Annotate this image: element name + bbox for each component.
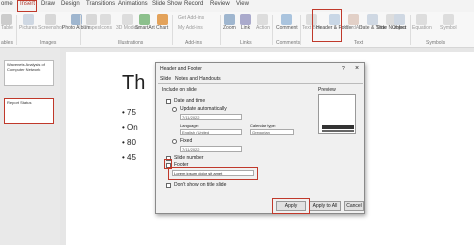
pictures-icon [22,14,34,25]
preview-box [318,94,356,134]
images-group-label: Images [40,40,57,46]
close-icon[interactable]: × [355,65,359,72]
help-button[interactable]: ? [342,66,345,72]
screenshot-button[interactable]: Screenshot [38,14,63,32]
header-footer-highlight [312,9,342,42]
tab-review[interactable]: Review [210,1,230,7]
separator [220,15,221,45]
separator [16,15,17,45]
separator [300,15,301,45]
symbol-button[interactable]: Symbol [440,14,457,32]
my-addins-button[interactable]: My Add-ins [178,25,203,32]
link-icon [240,14,251,25]
update-automatically-radio[interactable] [172,107,177,112]
tab-slide[interactable]: Slide [160,76,171,82]
dont-show-title-label: Don't show on title slide [174,182,227,188]
separator [172,15,173,45]
tab-animations[interactable]: Animations [118,1,148,7]
footer-input-highlight [168,167,258,180]
chart-icon [156,14,168,25]
icons-button[interactable]: Icons [100,14,112,32]
tab-transitions[interactable]: Transitions [86,1,115,7]
date-time-label: Date and time [174,98,206,104]
calendar-type-select[interactable]: Gregorian [250,129,294,135]
comment-button[interactable]: Comment [276,14,298,32]
tab-slide-show[interactable]: Slide Show [152,1,182,7]
smartart-button[interactable]: SmartArt [135,14,155,32]
date-format-select[interactable]: 7/11/2022 [180,114,242,120]
shapes-icon [85,14,97,25]
slide-bullet: • 45 [122,153,136,162]
text-group-label: Text [354,40,364,46]
slide-bullet: • 75 [122,108,136,117]
preview-footer [322,125,354,129]
icons-icon [100,14,112,25]
language-label: Language: [180,123,199,128]
symbols-group-label: Symbols [426,40,446,46]
slide-thumbnails-pane: Wavenets Analysis of Computer Network Re… [0,48,60,245]
date-time-checkbox[interactable] [166,99,171,104]
table-icon [1,14,13,25]
links-group-label: Links [240,40,252,46]
insert-tab-highlight [17,0,37,12]
action-button[interactable]: Action [256,14,270,32]
tab-record[interactable]: Record [184,1,203,7]
zoom-icon [223,14,235,25]
symbol-icon [442,14,454,25]
equation-icon [416,14,428,25]
object-icon [393,14,405,25]
equation-button[interactable]: Equation [412,14,432,32]
preview-label: Preview [318,87,336,93]
slide-thumbnail-1[interactable]: Wavenets Analysis of Computer Network [4,60,54,86]
wordart-icon [347,14,359,25]
tables-group-label: ables [1,40,13,46]
slide-bullet: • 80 [122,138,136,147]
illustrations-group-label: Illustrations [118,40,144,46]
comment-icon [281,14,293,25]
zoom-button[interactable]: Zoom [223,14,236,32]
tab-design[interactable]: Design [61,1,80,7]
update-automatically-label: Update automatically [180,106,227,112]
apply-button-highlight [272,198,310,214]
tab-divider [158,83,363,84]
chart-button[interactable]: Chart [156,14,168,32]
pictures-button[interactable]: Pictures [19,14,37,32]
tab-notes-handouts[interactable]: Notes and Handouts [175,76,221,82]
dialog-title: Header and Footer [160,66,202,72]
tab-view[interactable]: View [236,1,249,7]
dont-show-title-checkbox[interactable] [166,183,171,188]
tab-home[interactable]: ome [1,1,13,7]
slide-bullet: • On [122,123,138,132]
shapes-button[interactable]: Shapes [83,14,100,32]
header-footer-dialog: Header and Footer ? × Slide Notes and Ha… [155,62,365,214]
apply-to-all-button[interactable]: Apply to All [309,201,341,211]
link-button[interactable]: Link [240,14,251,32]
object-button[interactable]: Object [392,14,406,32]
fixed-radio[interactable] [172,139,177,144]
calendar-type-label: Calendar type: [250,123,277,128]
slide-number-label: Slide number [174,155,204,161]
addins-group-label: Add-ins [185,40,202,46]
separator [272,15,273,45]
slide-title[interactable]: Th [122,72,145,95]
3d-models-icon [122,14,134,25]
fixed-date-input[interactable]: 7/11/2022 [180,146,242,152]
comments-group-label: Comments [276,40,301,46]
include-on-slide-label: Include on slide [162,87,197,93]
separator [80,15,81,45]
cancel-button[interactable]: Cancel [344,201,364,211]
tab-draw[interactable]: Draw [41,1,55,7]
ribbon: Table ables Pictures Screenshot Photo Al… [0,12,474,48]
separator [410,15,411,45]
ribbon-tabs: ome Insert Draw Design Transitions Anima… [0,0,474,12]
fixed-label: Fixed [180,138,193,144]
screenshot-icon [45,14,57,25]
slide-thumbnail-2[interactable]: Report Status [4,98,54,124]
get-addins-button[interactable]: Get Add-ins [178,15,204,22]
preview-page [322,130,354,132]
table-button[interactable]: Table [1,14,13,32]
action-icon [257,14,269,25]
language-select[interactable]: English (United [180,129,242,135]
smartart-icon [139,14,151,25]
